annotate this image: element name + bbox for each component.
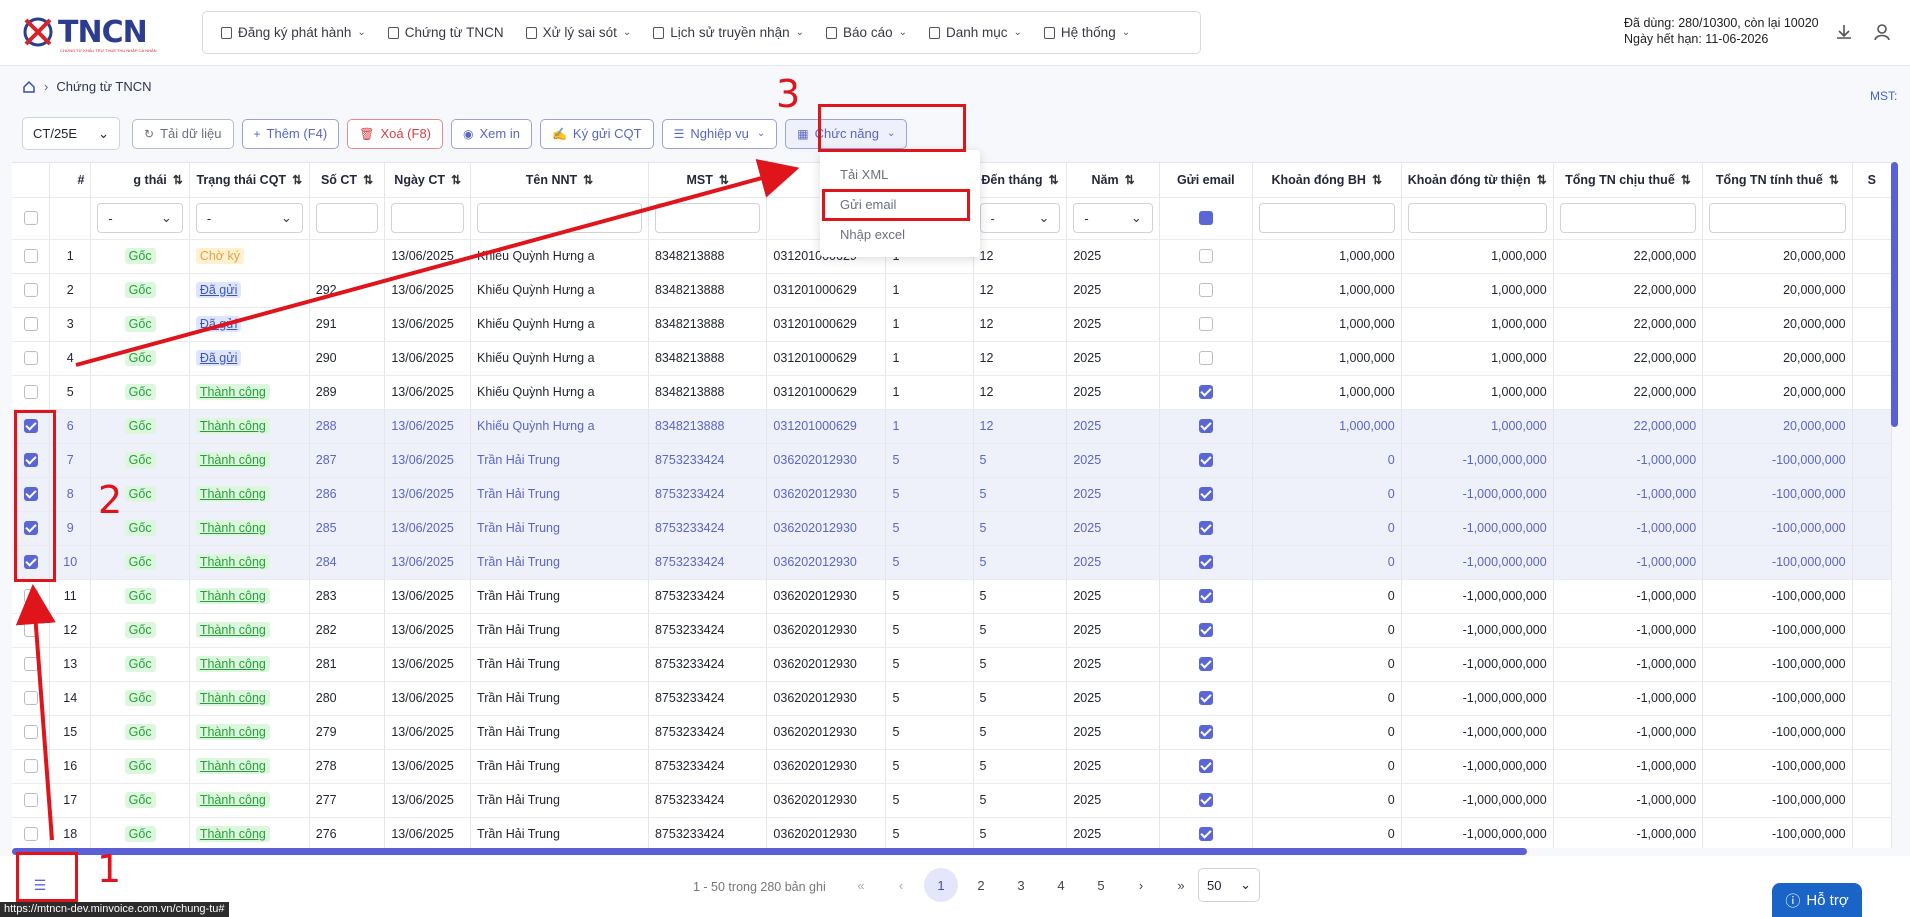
annotation-number-2: 2 — [98, 478, 123, 522]
annotation-box-send-email — [822, 189, 970, 221]
annotation-number-3: 3 — [776, 72, 801, 116]
annotation-box-checkboxes — [14, 410, 56, 582]
arrow-to-checkboxes — [15, 584, 56, 841]
annotation-number-1: 1 — [97, 847, 122, 891]
annotation-box-list-button — [16, 852, 78, 902]
annotation-box-functions — [818, 104, 966, 152]
arrow-to-functions — [75, 159, 800, 367]
